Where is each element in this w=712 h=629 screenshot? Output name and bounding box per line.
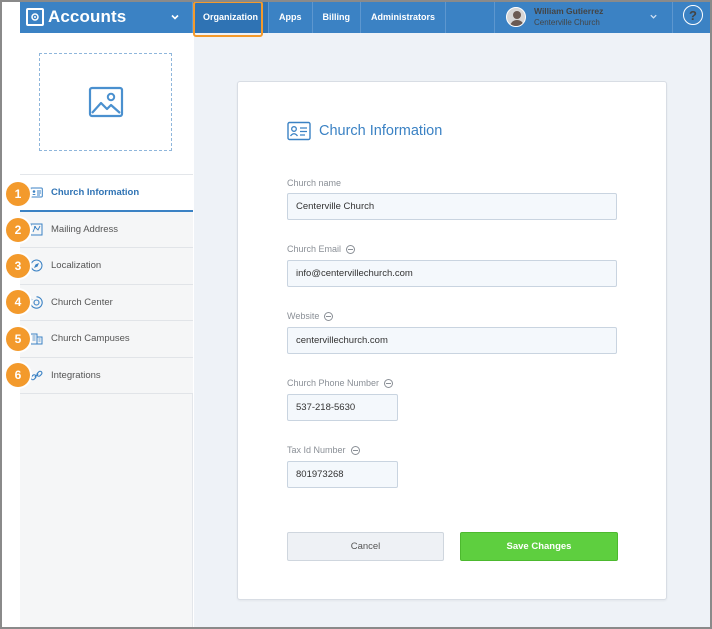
card-header: Church Information: [287, 121, 442, 141]
church-information-card: Church Information Church name Centervil…: [237, 81, 667, 600]
main-content: Church Information Church name Centervil…: [194, 33, 710, 627]
link-icon: [30, 369, 43, 382]
save-button[interactable]: Save Changes: [460, 532, 618, 561]
id-card-icon: [30, 186, 43, 199]
nav-administrators[interactable]: Administrators: [361, 0, 447, 33]
church-email-field[interactable]: info@centervillechurch.com: [287, 260, 617, 287]
field-label-text: Tax Id Number: [287, 445, 346, 455]
sidebar-item-label: Integrations: [51, 369, 101, 381]
avatar: [506, 6, 526, 27]
info-icon[interactable]: [324, 311, 334, 321]
sidebar-nav: Church Information Mailing Address Local…: [20, 175, 193, 394]
user-info: William Gutierrez Centerville Church: [534, 6, 603, 28]
nav-label: Organization: [203, 11, 259, 22]
nav-billing[interactable]: Billing: [313, 0, 362, 33]
chevron-down-icon: [650, 14, 657, 19]
info-icon[interactable]: [346, 244, 356, 254]
sidebar-item-mailing-address[interactable]: Mailing Address: [20, 211, 193, 248]
sidebar-item-church-information[interactable]: Church Information: [20, 175, 193, 212]
user-menu[interactable]: William Gutierrez Centerville Church: [494, 0, 673, 33]
sidebar-item-integrations[interactable]: Integrations: [20, 357, 193, 394]
id-card-icon: [287, 121, 311, 141]
map-icon: [30, 223, 43, 236]
main-nav: Organization Apps Billing Administrators: [193, 0, 447, 33]
tax-id-field[interactable]: 801973268: [287, 461, 398, 488]
user-org: Centerville Church: [534, 17, 600, 27]
church-email-label: Church Email: [287, 244, 356, 254]
help-icon[interactable]: ?: [683, 5, 703, 25]
sidebar-item-label: Church Center: [51, 296, 113, 308]
step-badge: 3: [6, 254, 30, 278]
user-name: William Gutierrez: [534, 5, 604, 16]
sidebar-item-label: Church Information: [51, 186, 140, 198]
field-label-text: Church Phone Number: [287, 378, 380, 388]
phone-field[interactable]: 537-218-5630: [287, 394, 398, 421]
page-title: Church Information: [319, 123, 443, 139]
sidebar-item-church-center[interactable]: Church Center: [20, 284, 193, 321]
sidebar-item-label: Localization: [51, 260, 102, 272]
sidebar-item-localization[interactable]: Localization: [20, 248, 193, 285]
website-field[interactable]: centervillechurch.com: [287, 327, 617, 354]
logo-panel: [20, 33, 193, 175]
step-badge: 5: [6, 327, 30, 351]
logo-upload[interactable]: [39, 53, 172, 151]
sidebar-item-label: Mailing Address: [51, 223, 119, 235]
nav-label: Billing: [322, 11, 351, 22]
info-icon[interactable]: [350, 445, 360, 455]
image-placeholder-icon: [88, 86, 123, 118]
nav-label: Administrators: [371, 11, 436, 22]
accounts-logo-icon: [26, 7, 44, 26]
tax-id-label: Tax Id Number: [287, 445, 360, 455]
nav-apps[interactable]: Apps: [269, 0, 313, 33]
app-switcher[interactable]: Accounts: [20, 0, 193, 33]
field-label-text: Church Email: [287, 244, 342, 254]
sidebar-item-church-campuses[interactable]: Church Campuses: [20, 321, 193, 358]
church-name-field[interactable]: Centerville Church: [287, 193, 617, 220]
church-center-icon: [30, 296, 43, 309]
website-label: Website: [287, 311, 334, 321]
sidebar: Church Information Mailing Address Local…: [20, 33, 193, 629]
church-name-label: Church name: [287, 178, 341, 188]
nav-organization[interactable]: Organization: [193, 0, 270, 33]
step-badge: 1: [6, 182, 30, 206]
chevron-down-icon: [171, 14, 179, 20]
compass-icon: [30, 259, 43, 272]
step-badge: 2: [6, 218, 30, 242]
info-icon[interactable]: [384, 378, 394, 388]
field-label-text: Church name: [287, 178, 342, 188]
nav-label: Apps: [279, 11, 302, 22]
cancel-button[interactable]: Cancel: [287, 532, 444, 561]
app-title: Accounts: [48, 6, 127, 26]
step-badge: 4: [6, 290, 30, 314]
step-badge: 6: [6, 363, 30, 387]
buildings-icon: [30, 332, 43, 345]
phone-label: Church Phone Number: [287, 378, 394, 388]
sidebar-item-label: Church Campuses: [51, 333, 130, 345]
field-label-text: Website: [287, 311, 320, 321]
